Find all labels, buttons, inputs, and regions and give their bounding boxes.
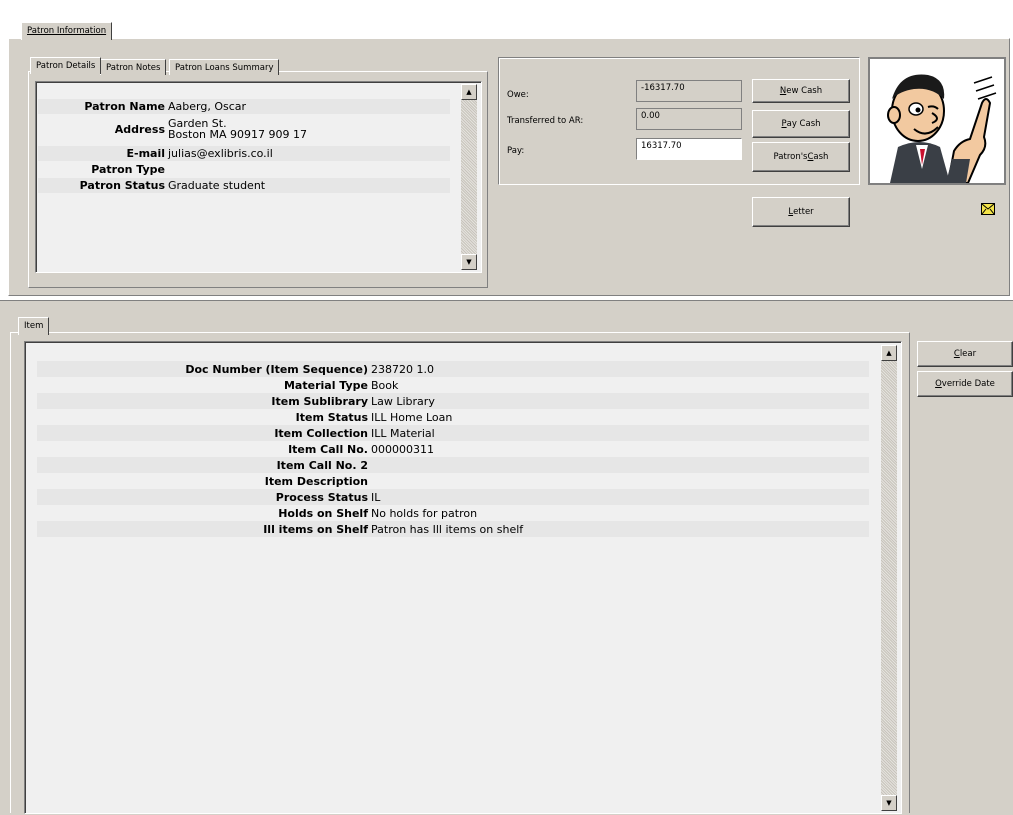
item-detail-value: No holds for patron xyxy=(371,506,478,520)
item-detail-value: 238720 1.0 xyxy=(371,362,434,376)
letter-button[interactable]: Letter xyxy=(752,197,850,227)
item-detail-row: Process Status IL xyxy=(37,489,869,505)
patron-details-scrollbar[interactable]: ▲ ▼ xyxy=(461,84,477,270)
scroll-up-button[interactable]: ▲ xyxy=(461,84,477,100)
owe-label: Owe: xyxy=(507,90,529,100)
item-detail-row: Item Sublibrary Law Library xyxy=(37,393,869,409)
clear-button[interactable]: Clear xyxy=(917,341,1013,367)
item-detail-value: Book xyxy=(371,378,399,392)
item-detail-label: Item Call No. 2 xyxy=(276,458,368,472)
item-detail-label: Item Sublibrary xyxy=(271,394,368,408)
item-detail-value: 000000311 xyxy=(371,442,434,456)
item-detail-row: Ill items on Shelf Patron has Ill items o… xyxy=(37,521,869,537)
patron-detail-row: E-mail julias@exlibris.co.il xyxy=(38,146,450,161)
tab-patron-information[interactable]: Patron Information xyxy=(21,22,113,40)
item-detail-row: Item Status ILL Home Loan xyxy=(37,409,869,425)
scroll-up-button[interactable]: ▲ xyxy=(881,345,897,361)
patrons-cash-button[interactable]: Patron's Cash xyxy=(752,142,850,172)
patron-detail-row: Patron Name Aaberg, Oscar xyxy=(38,99,450,114)
patron-photo xyxy=(868,57,1006,185)
patron-detail-row: Patron Type xyxy=(38,162,450,177)
pay-label: Pay: xyxy=(507,146,525,156)
tab-patron-details[interactable]: Patron Details xyxy=(30,57,102,74)
item-detail-value: ILL Home Loan xyxy=(371,410,453,424)
scroll-down-button[interactable]: ▼ xyxy=(461,254,477,270)
item-detail-row: Holds on Shelf No holds for patron xyxy=(37,505,869,521)
item-detail-label: Doc Number (Item Sequence) xyxy=(185,362,368,376)
item-detail-label: Item Description xyxy=(264,474,368,488)
scroll-down-button[interactable]: ▼ xyxy=(881,795,897,811)
envelope-icon[interactable] xyxy=(981,203,995,215)
owe-field: -16317.70 xyxy=(636,80,742,102)
item-detail-row: Doc Number (Item Sequence) 238720 1.0 xyxy=(37,361,869,377)
patron-detail-label: Patron Status xyxy=(79,179,165,192)
transferred-field: 0.00 xyxy=(636,108,742,130)
pay-input[interactable]: 16317.70 xyxy=(636,138,742,160)
item-detail-value: Law Library xyxy=(371,394,435,408)
pay-cash-button[interactable]: Pay Cash xyxy=(752,110,850,138)
item-detail-row: Item Collection ILL Material xyxy=(37,425,869,441)
item-detail-row: Material Type Book xyxy=(37,377,869,393)
item-detail-value: ILL Material xyxy=(371,426,435,440)
item-detail-row: Item Description xyxy=(37,473,869,489)
override-date-button[interactable]: Override Date xyxy=(917,371,1013,397)
item-detail-label: Holds on Shelf xyxy=(278,506,368,520)
item-detail-label: Process Status xyxy=(275,490,368,504)
tab-patron-notes[interactable]: Patron Notes xyxy=(100,59,167,75)
patron-detail-value-line: Boston MA 90917 909 17 xyxy=(168,128,308,141)
patron-detail-label: Patron Type xyxy=(91,163,165,176)
item-detail-value: IL xyxy=(371,490,381,504)
item-detail-label: Item Status xyxy=(295,410,368,424)
patron-detail-label: Patron Name xyxy=(84,100,165,113)
transferred-label: Transferred to AR: xyxy=(507,116,584,126)
item-detail-label: Item Call No. xyxy=(288,442,368,456)
patron-detail-value: Graduate student xyxy=(168,179,266,192)
patron-detail-label: Address xyxy=(114,122,165,136)
patron-detail-label: E-mail xyxy=(126,147,165,160)
cartoon-man-icon xyxy=(887,74,997,183)
item-detail-row: Item Call No. 2 xyxy=(37,457,869,473)
item-detail-label: Item Collection xyxy=(274,426,368,440)
patron-detail-row: Address Garden St. Boston MA 90917 909 17 xyxy=(38,114,450,144)
item-details-scrollbar[interactable]: ▲ ▼ xyxy=(881,345,897,811)
patron-detail-value: Aaberg, Oscar xyxy=(168,100,247,113)
item-detail-row: Item Call No. 000000311 xyxy=(37,441,869,457)
item-detail-value: Patron has Ill items on shelf xyxy=(371,522,524,536)
item-detail-label: Ill items on Shelf xyxy=(263,522,368,536)
patron-detail-row: Patron Status Graduate student xyxy=(38,178,450,193)
item-detail-label: Material Type xyxy=(283,378,368,392)
patron-detail-value: julias@exlibris.co.il xyxy=(168,147,273,160)
tab-item[interactable]: Item xyxy=(18,317,50,335)
patron-detail-value: Garden St. Boston MA 90917 909 17 xyxy=(168,118,307,140)
new-cash-button[interactable]: New Cash xyxy=(752,79,850,103)
tab-patron-loans-summary[interactable]: Patron Loans Summary xyxy=(169,59,280,75)
